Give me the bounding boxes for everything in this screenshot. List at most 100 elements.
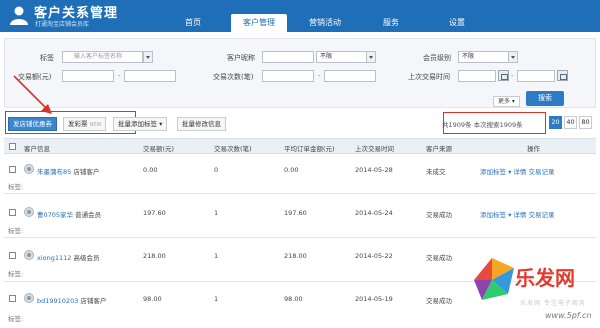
wangwang-icon[interactable]	[24, 293, 34, 303]
batch-tag-button[interactable]: 批量添加标签 ▾	[113, 117, 168, 131]
wangwang-icon[interactable]	[24, 207, 34, 217]
count-cell: 1	[214, 252, 219, 260]
add-tag-link[interactable]: 添加标签	[480, 211, 506, 219]
select-all-checkbox[interactable]	[9, 143, 16, 150]
page-size-40[interactable]: 40	[564, 116, 577, 129]
customer-name-link[interactable]: 朱墨蒲布85	[37, 168, 71, 176]
col-actions: 操作	[527, 145, 540, 153]
last-time-label: 上次交易时间	[408, 73, 450, 81]
avg-cell: 0.00	[284, 166, 299, 174]
last-time-cell: 2014-05-19	[355, 295, 393, 303]
level-select[interactable]: 不限	[458, 51, 518, 63]
app-subtitle: 打通淘宝店铺会员库	[35, 21, 90, 28]
calendar-icon[interactable]	[498, 70, 509, 81]
top-header: 客户关系管理 打通淘宝店铺会员库 首页 客户管理 营销活动 服务 设置	[0, 0, 600, 32]
tag-dropdown[interactable]	[142, 51, 153, 63]
add-tag-link[interactable]: 添加标签	[480, 168, 506, 176]
col-count: 交易次数(笔)	[214, 145, 252, 153]
count-cell: 1	[214, 209, 219, 217]
avg-cell: 218.00	[284, 252, 307, 260]
level-label: 会员级别	[423, 54, 451, 62]
nav-settings[interactable]: 设置	[429, 14, 485, 32]
source-cell: 交易成功	[426, 211, 452, 219]
row-tag-label: 标签:	[8, 227, 24, 235]
source-cell: 交易成功	[426, 297, 452, 305]
range-dash: -	[118, 72, 121, 80]
last-time-end-input[interactable]	[517, 70, 555, 82]
last-time-start-input[interactable]	[458, 70, 496, 82]
lottery-label: 发彩票	[68, 120, 88, 128]
batch-edit-button[interactable]: 批量修改信息	[177, 117, 226, 131]
chevron-down-icon[interactable]: ▾	[508, 168, 511, 176]
customer-name-link[interactable]: 曹0705家华	[37, 211, 73, 219]
table-header: 客户信息 交易额(元) 交易次数(笔) 平均订单金额(元) 上次交易时间 客户来…	[4, 138, 596, 154]
watermark-text: 乐发网	[515, 266, 575, 290]
row-checkbox[interactable]	[9, 252, 16, 259]
search-button[interactable]: 搜索	[526, 91, 564, 106]
row-checkbox[interactable]	[9, 209, 16, 216]
tag-placeholder: 输入客户标签名称	[74, 53, 123, 60]
nickname-select-value: 不限	[320, 53, 333, 60]
amount-cell: 218.00	[143, 252, 166, 260]
tag-input[interactable]: 输入客户标签名称	[62, 51, 152, 63]
row-tag-label: 标签:	[8, 183, 24, 191]
row-divider	[4, 193, 596, 194]
col-source: 客户来源	[426, 145, 452, 153]
wangwang-icon[interactable]	[24, 250, 34, 260]
calendar-icon[interactable]	[557, 70, 568, 81]
count-min-input[interactable]	[262, 70, 314, 82]
nav-service[interactable]: 服务	[363, 14, 419, 32]
row-checkbox[interactable]	[9, 295, 16, 302]
trade-record-link[interactable]: 交易记录	[529, 211, 555, 219]
page-size-80[interactable]: 80	[579, 116, 592, 129]
nav-customer-management[interactable]: 客户管理	[231, 14, 287, 32]
details-link[interactable]: 详情	[513, 168, 526, 176]
nickname-select[interactable]: 不限	[316, 51, 376, 63]
amount-cell: 197.60	[143, 209, 166, 217]
customer-name-link[interactable]: bd19910203	[37, 297, 78, 305]
range-dash: -	[318, 72, 321, 80]
row-checkbox[interactable]	[9, 166, 16, 173]
col-amount: 交易额(元)	[143, 145, 175, 153]
col-customer: 客户信息	[24, 145, 50, 153]
nav-marketing[interactable]: 营销活动	[297, 14, 353, 32]
row-divider	[4, 237, 596, 238]
more-label: 更多	[498, 98, 511, 105]
source-cell: 未成交	[426, 168, 446, 176]
details-link[interactable]: 详情	[513, 211, 526, 219]
chevron-down-icon	[366, 52, 375, 62]
result-stats: 共1909条 本次搜索1909条	[442, 121, 523, 129]
count-cell: 0	[214, 166, 219, 174]
page-size-20[interactable]: 20	[549, 116, 562, 129]
wangwang-icon[interactable]	[24, 164, 34, 174]
chevron-down-icon	[508, 52, 517, 62]
last-time-cell: 2014-05-24	[355, 209, 393, 217]
amount-min-input[interactable]	[62, 70, 114, 82]
trade-record-link[interactable]: 交易记录	[529, 168, 555, 176]
watermark-logo-icon	[474, 258, 514, 300]
crm-logo-icon	[10, 6, 28, 25]
more-filters-button[interactable]: 更多 ▾	[493, 96, 520, 107]
avg-cell: 197.60	[284, 209, 307, 217]
send-lottery-button[interactable]: 发彩票 NEW	[63, 117, 107, 131]
chevron-down-icon	[143, 52, 152, 62]
last-time-cell: 2014-05-28	[355, 166, 393, 174]
nickname-input[interactable]	[262, 51, 314, 63]
main-nav: 首页 客户管理 营销活动 服务 设置	[165, 14, 495, 32]
batch-tag-label: 批量添加标签	[118, 120, 157, 128]
count-max-input[interactable]	[324, 70, 376, 82]
col-avg: 平均订单金额(元)	[284, 145, 335, 153]
send-coupon-button[interactable]: 发店铺优惠券	[8, 117, 57, 131]
customer-level: 店铺客户	[80, 297, 107, 305]
amount-cell: 0.00	[143, 166, 158, 174]
customer-name-link[interactable]: xiong1112	[37, 254, 71, 262]
last-time-cell: 2014-05-22	[355, 252, 393, 260]
new-badge: NEW	[89, 122, 102, 128]
nav-home[interactable]: 首页	[165, 14, 221, 32]
amount-max-input[interactable]	[124, 70, 176, 82]
avg-cell: 98.00	[284, 295, 303, 303]
customer-level: 店铺客户	[73, 168, 100, 176]
range-dash: -	[511, 72, 514, 80]
watermark-url: www.5pf.cn	[545, 311, 592, 320]
chevron-down-icon[interactable]: ▾	[508, 211, 511, 219]
